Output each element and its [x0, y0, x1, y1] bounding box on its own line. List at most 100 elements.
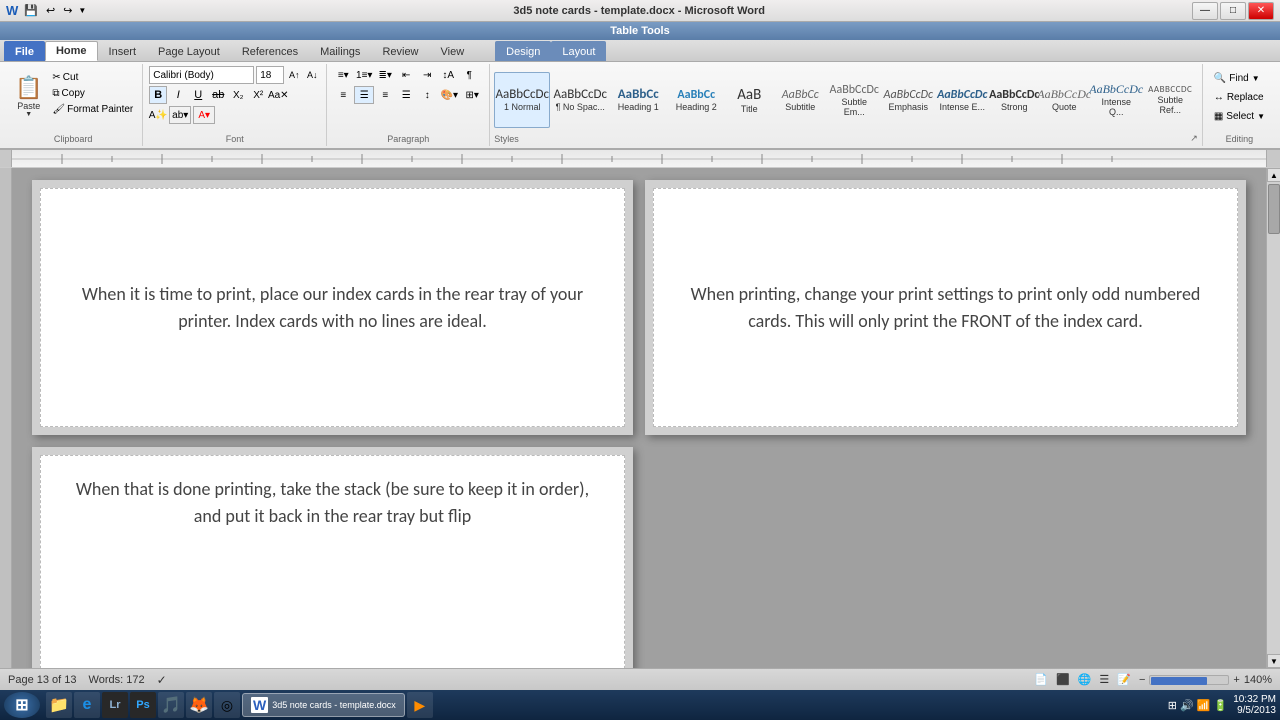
style-intense-q[interactable]: AaBbCcDc Intense Q... [1090, 72, 1142, 128]
tab-view[interactable]: View [430, 41, 476, 61]
text-effect-button[interactable]: A✨ [149, 106, 167, 124]
style-subtle-ref[interactable]: AaBbCcDc Subtle Ref... [1144, 72, 1196, 128]
scroll-track[interactable] [1267, 182, 1280, 654]
quick-save-btn[interactable]: 💾 [22, 4, 40, 17]
increase-indent-button[interactable]: ⇥ [417, 66, 437, 84]
view-draft-btn[interactable]: 📝 [1117, 673, 1131, 686]
style-title[interactable]: AaB Title [726, 72, 772, 128]
style-heading2[interactable]: AaBbCc Heading 2 [668, 72, 724, 128]
style-intense-em[interactable]: AaBbCcDc Intense E... [936, 72, 988, 128]
card-page-3[interactable]: When that is done printing, take the sta… [32, 447, 633, 668]
taskbar-chrome[interactable]: ◎ [214, 692, 240, 718]
taskbar-firefox[interactable]: 🦊 [186, 692, 212, 718]
align-center-button[interactable]: ☰ [354, 86, 374, 104]
strikethrough-button[interactable]: ab [209, 86, 227, 104]
taskbar-media[interactable]: 🎵 [158, 692, 184, 718]
replace-button[interactable]: ↔Replace [1209, 89, 1269, 106]
underline-button[interactable]: U [189, 86, 207, 104]
taskbar-vlc[interactable]: ▶ [407, 692, 433, 718]
cut-button[interactable]: ✂ Cut [49, 70, 136, 85]
tab-insert[interactable]: Insert [98, 41, 148, 61]
select-button[interactable]: ▦Select▼ [1209, 108, 1270, 125]
title-bar: W 💾 ↩ ↪ ▼ 3d5 note cards - template.docx… [0, 0, 1280, 22]
view-print-btn[interactable]: 📄 [1034, 673, 1048, 686]
font-size-input[interactable]: 18 [256, 66, 284, 84]
decrease-indent-button[interactable]: ⇤ [396, 66, 416, 84]
quick-redo-btn[interactable]: ↪ [61, 4, 74, 17]
taskbar-right: ⊞ 🔊 📶 🔋 10:32 PM 9/5/2013 [1168, 694, 1276, 716]
tab-references[interactable]: References [231, 41, 309, 61]
view-web-btn[interactable]: 🌐 [1078, 673, 1092, 686]
start-button[interactable]: ⊞ [4, 692, 40, 718]
card-page-1[interactable]: When it is time to print, place our inde… [32, 180, 633, 435]
sort-button[interactable]: ↕A [438, 66, 458, 84]
show-formatting-button[interactable]: ¶ [459, 66, 479, 84]
style-emphasis[interactable]: AaBbCcDc Emphasis [882, 72, 934, 128]
tab-home[interactable]: Home [45, 41, 98, 61]
subscript-button[interactable]: X₂ [229, 86, 247, 104]
tab-mailings[interactable]: Mailings [309, 41, 371, 61]
format-painter-button[interactable]: 🖌 Format Painter [49, 102, 136, 117]
right-scrollbar[interactable]: ▲ ▼ [1266, 168, 1280, 668]
styles-dialog-launcher[interactable]: ↗ [1190, 133, 1198, 144]
bold-button[interactable]: B [149, 86, 167, 104]
align-left-button[interactable]: ≡ [333, 86, 353, 104]
paste-button[interactable]: 📋 Paste ▼ [10, 68, 47, 124]
spell-check-icon[interactable]: ✓ [157, 673, 167, 687]
pages-container: When it is time to print, place our inde… [12, 168, 1266, 668]
copy-button[interactable]: ⧉ Copy [49, 86, 136, 101]
card-page-2[interactable]: When printing, change your print setting… [645, 180, 1246, 435]
minimize-button[interactable]: — [1192, 2, 1218, 20]
clear-format-button[interactable]: Aa✕ [269, 86, 287, 104]
card-text-3: When that is done printing, take the sta… [61, 476, 604, 530]
maximize-button[interactable]: □ [1220, 2, 1246, 20]
font-name-input[interactable]: Calibri (Body) [149, 66, 254, 84]
superscript-button[interactable]: X² [249, 86, 267, 104]
line-spacing-button[interactable]: ↕ [417, 86, 437, 104]
font-group: Calibri (Body) 18 A↑ A↓ B I U ab X₂ X² A… [143, 64, 327, 146]
taskbar-word-active[interactable]: W 3d5 note cards - template.docx [242, 693, 405, 717]
tab-file[interactable]: File [4, 41, 45, 61]
zoom-controls[interactable]: − + 140% [1139, 674, 1272, 686]
italic-button[interactable]: I [169, 86, 187, 104]
quick-undo-btn[interactable]: ↩ [44, 4, 57, 17]
multilevel-button[interactable]: ≣▾ [375, 66, 395, 84]
justify-button[interactable]: ☰ [396, 86, 416, 104]
style-normal[interactable]: AaBbCcDc 1 Normal [494, 72, 550, 128]
close-button[interactable]: ✕ [1248, 2, 1274, 20]
card-inner-2: When printing, change your print setting… [653, 188, 1238, 427]
taskbar-photoshop[interactable]: Ps [130, 692, 156, 718]
style-quote[interactable]: AaBbCcDc Quote [1040, 72, 1088, 128]
style-subtitle[interactable]: AaBbCc Subtitle [774, 72, 826, 128]
tab-design[interactable]: Design [495, 41, 551, 61]
taskbar-file-explorer[interactable]: 📁 [46, 692, 72, 718]
horizontal-ruler [12, 150, 1266, 168]
scroll-up-button[interactable]: ▲ [1267, 168, 1280, 182]
view-full-screen-btn[interactable]: ⬛ [1056, 673, 1070, 686]
style-strong[interactable]: AaBbCcDc Strong [990, 72, 1038, 128]
tab-review[interactable]: Review [371, 41, 429, 61]
scroll-down-button[interactable]: ▼ [1267, 654, 1280, 668]
numbering-button[interactable]: 1≡▾ [354, 66, 374, 84]
scroll-thumb[interactable] [1268, 184, 1280, 234]
font-color-button[interactable]: A▾ [193, 106, 215, 124]
font-grow-button[interactable]: A↑ [286, 67, 302, 83]
tab-page-layout[interactable]: Page Layout [147, 41, 231, 61]
table-tools-bar: Table Tools [0, 22, 1280, 40]
align-right-button[interactable]: ≡ [375, 86, 395, 104]
quick-access-dropdown[interactable]: ▼ [78, 6, 86, 15]
style-subtle-em[interactable]: AaBbCcDc Subtle Em... [828, 72, 880, 128]
border-button[interactable]: ⊞▾ [461, 86, 483, 104]
view-outline-btn[interactable]: ☰ [1099, 673, 1109, 686]
font-shrink-button[interactable]: A↓ [304, 67, 320, 83]
tab-layout[interactable]: Layout [551, 41, 606, 61]
find-button[interactable]: 🔍Find▼ [1209, 70, 1265, 87]
style-no-space[interactable]: AaBbCcDc ¶ No Spac... [552, 72, 608, 128]
taskbar: ⊞ 📁 e Lr Ps 🎵 🦊 ◎ W 3d5 note cards - tem… [0, 690, 1280, 720]
highlight-button[interactable]: ab▾ [169, 106, 191, 124]
taskbar-lightroom[interactable]: Lr [102, 692, 128, 718]
style-heading1[interactable]: AaBbCc Heading 1 [610, 72, 666, 128]
shading-button[interactable]: 🎨▾ [438, 86, 460, 104]
bullets-button[interactable]: ≡▾ [333, 66, 353, 84]
taskbar-ie[interactable]: e [74, 692, 100, 718]
